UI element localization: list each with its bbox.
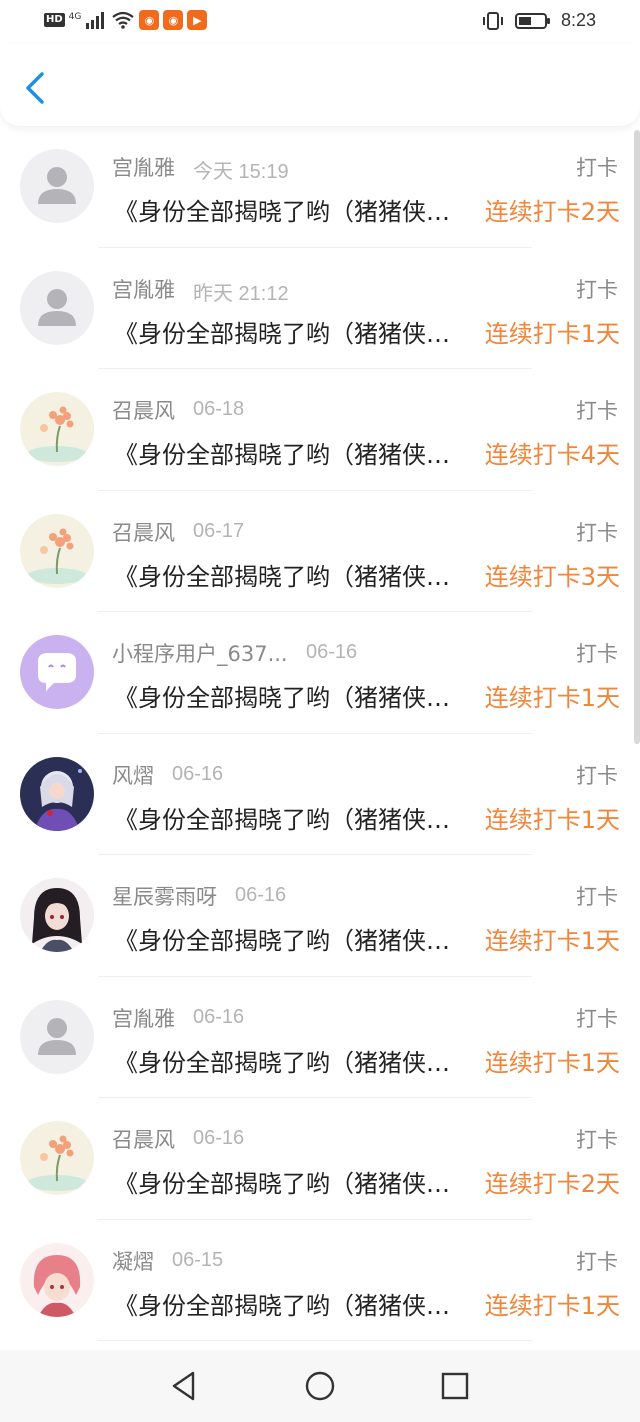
streak-label: 连续打卡3天: [484, 562, 620, 591]
list-item[interactable]: 星辰雾雨呀 06-16 打卡《身份全部揭晓了哟（猪猪侠》打卡 连续打卡1天: [0, 855, 640, 977]
timestamp: 06-16: [172, 762, 224, 785]
user-name: 宫胤雅: [112, 156, 175, 180]
list-item[interactable]: 召晨风 06-16 打卡《身份全部揭晓了哟（猪猪侠》打卡 连续打卡2天: [0, 1098, 640, 1220]
battery-icon: [514, 12, 550, 29]
hd-indicator: HD: [44, 13, 65, 27]
checkin-tag: 打卡: [576, 1006, 618, 1031]
list-item[interactable]: 召晨风 06-18 打卡《身份全部揭晓了哟（猪猪侠》打卡 连续打卡4天: [0, 369, 640, 491]
nav-recents-icon[interactable]: [437, 1368, 473, 1404]
user-name: 星辰雾雨呀: [112, 885, 217, 909]
network-type: 4G: [68, 12, 82, 22]
header: [0, 44, 640, 126]
streak-label: 连续打卡1天: [484, 1291, 620, 1320]
nav-home-icon[interactable]: [302, 1368, 338, 1404]
streak-label: 连续打卡1天: [484, 805, 620, 834]
streak-label: 连续打卡2天: [484, 1170, 620, 1198]
user-name: 小程序用户_637...: [112, 642, 288, 666]
checkin-title: 《身份全部揭晓了哟（猪猪侠》打卡: [114, 1291, 464, 1320]
user-name: 宫胤雅: [112, 1006, 175, 1031]
timestamp: 昨天 21:12: [193, 282, 289, 305]
app-icon: ◉: [163, 10, 184, 30]
user-name: 召晨风: [112, 1128, 175, 1152]
timestamp: 06-15: [172, 1248, 224, 1271]
checkin-list: 宫胤雅 今天 15:19 打卡 《身份全部揭晓了哟（猪猪侠》打卡 连续打卡2天 宫胤雅 昨天…: [0, 126, 640, 1341]
timestamp: 今天 15:19: [193, 161, 289, 183]
streak-label: 连续打卡1天: [484, 319, 620, 348]
checkin-title: 《身份全部揭晓了哟（猪猪侠》打卡: [114, 927, 464, 955]
streak-label: 连续打卡4天: [484, 441, 620, 469]
user-name: 风熠: [112, 763, 154, 788]
checkin-title: 《身份全部揭晓了哟（猪猪侠》打卡: [114, 441, 464, 469]
vibrate-icon: [482, 11, 503, 30]
list-item[interactable]: 宫胤雅 06-16 打卡《身份全部揭晓了哟（猪猪侠》打卡 连续打卡1天: [0, 977, 640, 1098]
avatar[interactable]: [20, 999, 94, 1074]
avatar[interactable]: [20, 1242, 94, 1317]
user-name: 宫胤雅: [112, 277, 175, 302]
list-item[interactable]: 风熠 06-16 打卡《身份全部揭晓了哟（猪猪侠》打卡 连续打卡1天: [0, 734, 640, 855]
back-button[interactable]: [18, 68, 52, 108]
checkin-title: 《身份全部揭晓了哟（猪猪侠》打卡: [114, 1170, 464, 1198]
signal-icon: [86, 12, 105, 29]
list-item[interactable]: 宫胤雅 昨天 21:12 打卡《身份全部揭晓了哟（猪猪侠》打卡 连续打卡1天: [0, 248, 640, 369]
video-app-icon: ▶: [187, 10, 208, 30]
timestamp: 06-18: [193, 398, 245, 420]
checkin-title: 《身份全部揭晓了哟（猪猪侠》打卡: [114, 805, 464, 834]
checkin-title: 《身份全部揭晓了哟（猪猪侠》打卡: [114, 319, 464, 348]
checkin-title: 《身份全部揭晓了哟（猪猪侠》打卡: [114, 1048, 464, 1077]
checkin-tag: 打卡: [576, 642, 618, 666]
timestamp: 06-16: [306, 641, 358, 663]
status-bar: HD 4G ◉ ◉ ▶ 8:23: [0, 0, 640, 44]
wifi-icon: [112, 11, 135, 29]
list-item[interactable]: 凝熠 06-15 打卡《身份全部揭晓了哟（猪猪侠》打卡 连续打卡1天: [0, 1220, 640, 1341]
divider: [98, 1340, 532, 1341]
list-item[interactable]: 宫胤雅 今天 15:19 打卡《身份全部揭晓了哟（猪猪侠》打卡 连续打卡2天: [0, 126, 640, 248]
status-left: HD 4G ◉ ◉ ▶: [44, 10, 208, 30]
streak-label: 连续打卡1天: [484, 684, 620, 712]
status-right: 8:23: [481, 10, 596, 31]
checkin-tag: 打卡: [576, 156, 618, 180]
chevron-left-icon: [26, 72, 44, 104]
avatar[interactable]: [20, 756, 94, 831]
timestamp: 06-16: [193, 1005, 245, 1028]
avatar[interactable]: [20, 392, 94, 466]
app-icon: ◉: [139, 10, 160, 30]
scrollbar[interactable]: [634, 130, 640, 744]
system-nav-bar: [0, 1350, 640, 1422]
avatar[interactable]: [20, 513, 94, 588]
checkin-tag: 打卡: [576, 520, 618, 545]
checkin-tag: 打卡: [576, 1128, 618, 1152]
streak-label: 连续打卡1天: [484, 927, 620, 955]
checkin-tag: 打卡: [576, 885, 618, 909]
list-item[interactable]: 召晨风 06-17 打卡《身份全部揭晓了哟（猪猪侠》打卡 连续打卡3天: [0, 491, 640, 612]
avatar[interactable]: [20, 635, 94, 709]
timestamp: 06-16: [193, 1127, 245, 1149]
user-name: 凝熠: [112, 1249, 154, 1274]
streak-label: 连续打卡1天: [484, 1048, 620, 1077]
checkin-tag: 打卡: [576, 399, 618, 423]
timestamp: 06-16: [235, 884, 287, 906]
avatar[interactable]: [20, 878, 94, 952]
avatar[interactable]: [20, 149, 94, 223]
checkin-tag: 打卡: [576, 763, 618, 788]
checkin-title: 《身份全部揭晓了哟（猪猪侠》打卡: [114, 684, 464, 712]
list-item[interactable]: 小程序用户_637... 06-16 打卡《身份全部揭晓了哟（猪猪侠》打卡 连续打卡1…: [0, 612, 640, 734]
clock: 8:23: [560, 10, 596, 30]
avatar[interactable]: [20, 1121, 94, 1195]
checkin-title: 《身份全部揭晓了哟（猪猪侠》打卡: [114, 562, 464, 591]
checkin-tag: 打卡: [576, 1249, 618, 1274]
user-name: 召晨风: [112, 520, 175, 545]
checkin-title: 《身份全部揭晓了哟（猪猪侠》打卡: [114, 198, 464, 226]
nav-back-icon[interactable]: [166, 1368, 202, 1404]
user-name: 召晨风: [112, 399, 175, 423]
avatar[interactable]: [20, 270, 94, 345]
timestamp: 06-17: [193, 519, 245, 542]
streak-label: 连续打卡2天: [484, 198, 620, 226]
checkin-tag: 打卡: [576, 277, 618, 302]
